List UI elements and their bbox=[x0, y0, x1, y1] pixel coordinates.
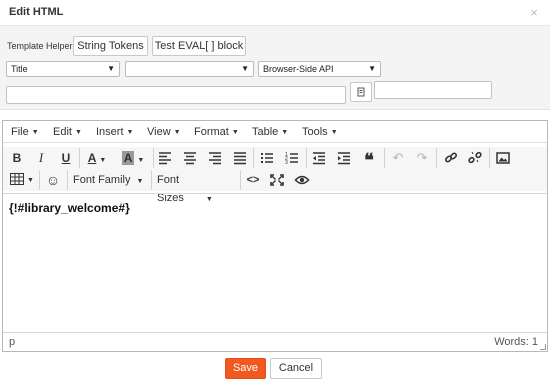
link-icon[interactable] bbox=[443, 149, 459, 167]
menu-tools[interactable]: Tools ▼ bbox=[302, 126, 338, 138]
font-sizes-select[interactable]: Font Sizes ▼ bbox=[157, 171, 235, 204]
align-center-icon[interactable] bbox=[182, 149, 198, 167]
blockquote-icon[interactable]: ❝ bbox=[361, 149, 377, 170]
undo-icon[interactable]: ↶ bbox=[391, 149, 405, 167]
chevron-down-icon: ▼ bbox=[330, 129, 338, 136]
chevron-down-icon: ▼ bbox=[31, 129, 39, 136]
secondary-select[interactable]: ▼ bbox=[125, 61, 254, 77]
table-icon[interactable]: ▼ bbox=[9, 171, 35, 189]
chevron-down-icon: ▼ bbox=[136, 178, 144, 185]
template-helper-panel: Template Helper String Tokens Test EVAL[… bbox=[0, 26, 550, 110]
menu-file-label: File bbox=[11, 126, 29, 138]
editor-statusbar: p Words: 1 bbox=[3, 332, 547, 351]
editor-content-area[interactable]: {!#library_welcome#} bbox=[3, 193, 547, 333]
align-left-icon[interactable] bbox=[157, 149, 173, 167]
redo-icon[interactable]: ↷ bbox=[415, 149, 429, 167]
word-count: Words: 1 bbox=[494, 336, 538, 348]
source-code-icon[interactable]: <> bbox=[245, 171, 261, 189]
rich-text-editor: File ▼ Edit ▼ Insert ▼ View ▼ Format ▼ Table ▼… bbox=[2, 120, 548, 352]
menu-view[interactable]: View ▼ bbox=[147, 126, 181, 138]
emoticon-icon[interactable]: ☺ bbox=[45, 171, 61, 189]
chevron-down-icon: ▼ bbox=[231, 129, 239, 136]
helper-output-field[interactable] bbox=[374, 81, 492, 99]
text-color-icon[interactable]: A ▼ bbox=[85, 149, 109, 167]
menu-format[interactable]: Format ▼ bbox=[194, 126, 239, 138]
template-helper-label: Template Helper bbox=[7, 41, 73, 51]
formatting-toolbar: B I U A ▼ A ▼ 123 ❝ ↶ ↷ bbox=[3, 147, 547, 170]
editor-content-text[interactable]: {!#library_welcome#} bbox=[9, 201, 130, 215]
font-family-select[interactable]: Font Family ▼ bbox=[73, 171, 149, 189]
chevron-down-icon: ▼ bbox=[368, 64, 376, 73]
string-tokens-button[interactable]: String Tokens bbox=[73, 36, 148, 56]
chevron-down-icon: ▼ bbox=[173, 129, 181, 136]
cancel-button[interactable]: Cancel bbox=[270, 358, 322, 379]
justify-icon[interactable] bbox=[232, 149, 248, 167]
background-color-icon[interactable]: A ▼ bbox=[119, 149, 147, 167]
chevron-down-icon: ▼ bbox=[281, 129, 289, 136]
menu-file[interactable]: File ▼ bbox=[11, 126, 39, 138]
element-path[interactable]: p bbox=[9, 336, 15, 348]
menu-format-label: Format bbox=[194, 126, 229, 138]
preview-icon[interactable] bbox=[294, 171, 310, 189]
bold-icon[interactable]: B bbox=[9, 149, 25, 167]
menu-insert-label: Insert bbox=[96, 126, 124, 138]
menu-edit-label: Edit bbox=[53, 126, 72, 138]
table-grid-icon bbox=[10, 173, 25, 185]
title-select-value: Title bbox=[11, 64, 28, 74]
test-eval-button[interactable]: Test EVAL[ ] block bbox=[152, 36, 246, 56]
api-select[interactable]: Browser-Side API ▼ bbox=[258, 61, 381, 77]
helper-text-input[interactable] bbox=[6, 86, 346, 104]
menu-edit[interactable]: Edit ▼ bbox=[53, 126, 82, 138]
unlink-icon[interactable] bbox=[467, 149, 483, 167]
align-right-icon[interactable] bbox=[207, 149, 223, 167]
outdent-icon[interactable] bbox=[311, 149, 327, 167]
chevron-down-icon: ▼ bbox=[107, 64, 115, 73]
numbered-list-icon[interactable]: 123 bbox=[284, 149, 300, 167]
svg-text:3: 3 bbox=[285, 160, 288, 166]
close-icon[interactable]: × bbox=[528, 6, 540, 19]
insert-toolbar: ▼ ☺ Font Family ▼ Font Sizes ▼ <> bbox=[3, 169, 547, 204]
chevron-down-icon: ▼ bbox=[126, 129, 134, 136]
menu-table-label: Table bbox=[252, 126, 279, 138]
bullet-list-icon[interactable] bbox=[259, 149, 275, 167]
dialog-title: Edit HTML bbox=[9, 6, 64, 18]
title-select[interactable]: Title ▼ bbox=[6, 61, 120, 77]
editor-menubar: File ▼ Edit ▼ Insert ▼ View ▼ Format ▼ Table ▼… bbox=[3, 121, 547, 143]
font-family-label: Font Family bbox=[73, 174, 131, 186]
menu-view-label: View bbox=[147, 126, 171, 138]
indent-icon[interactable] bbox=[336, 149, 352, 167]
menu-insert[interactable]: Insert ▼ bbox=[96, 126, 133, 138]
api-select-value: Browser-Side API bbox=[263, 64, 334, 74]
menu-tools-label: Tools bbox=[302, 126, 328, 138]
underline-icon[interactable]: U bbox=[58, 149, 74, 167]
document-icon bbox=[357, 87, 365, 97]
dialog-header: Edit HTML × bbox=[0, 0, 550, 26]
resize-handle-icon[interactable] bbox=[540, 344, 546, 350]
insert-button[interactable] bbox=[350, 82, 372, 102]
chevron-down-icon: ▼ bbox=[241, 64, 249, 73]
italic-icon[interactable]: I bbox=[33, 149, 49, 167]
chevron-down-icon: ▼ bbox=[74, 129, 82, 136]
menu-table[interactable]: Table ▼ bbox=[252, 126, 288, 138]
image-icon[interactable] bbox=[495, 149, 511, 167]
fullscreen-icon[interactable] bbox=[269, 171, 285, 189]
save-button[interactable]: Save bbox=[225, 358, 266, 379]
